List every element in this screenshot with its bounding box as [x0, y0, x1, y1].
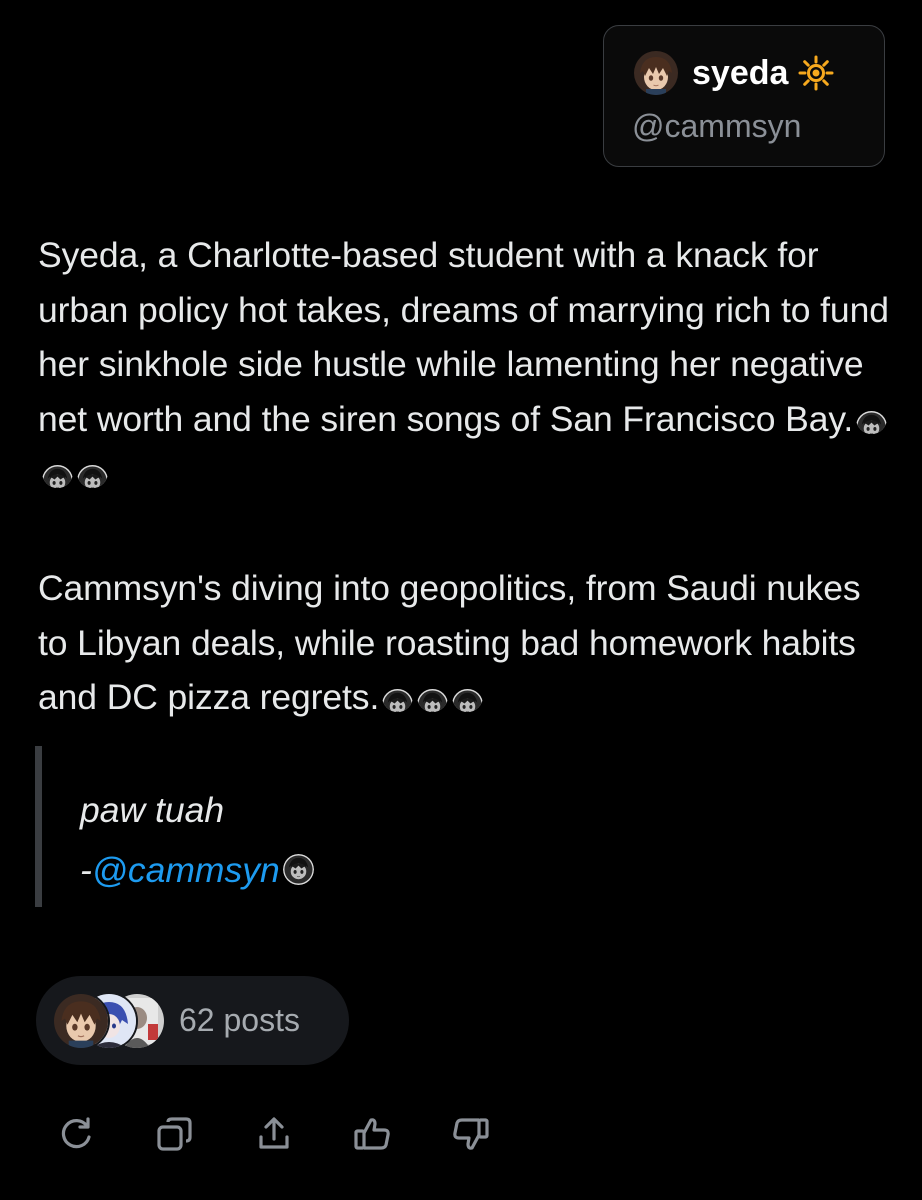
sun-icon	[798, 55, 834, 91]
quote-attribution-prefix: -	[80, 850, 92, 890]
profile-handle: @cammsyn	[632, 108, 802, 144]
face-emoji-icon	[856, 403, 887, 434]
summary-paragraph-2: Cammsyn's diving into geopolitics, from …	[38, 561, 898, 725]
avatar-stack	[52, 991, 198, 1050]
avatar	[52, 991, 110, 1050]
summary-paragraph-1-text: Syeda, a Charlotte-based student with a …	[38, 235, 889, 439]
face-emoji-icon	[382, 681, 413, 712]
posts-count-label: 62 posts	[179, 1002, 300, 1038]
quote-attribution: -@cammsyn	[80, 850, 314, 890]
quote-bar	[35, 746, 42, 907]
summary-paragraph-2-text: Cammsyn's diving into geopolitics, from …	[38, 568, 861, 717]
profile-card[interactable]: syeda @cammsyn	[603, 25, 885, 167]
share-icon[interactable]	[253, 1113, 295, 1155]
face-emoji-icon	[42, 457, 73, 488]
thumbs-down-icon[interactable]	[449, 1113, 491, 1155]
thumbs-up-icon[interactable]	[352, 1113, 394, 1155]
face-emoji-icon	[283, 854, 314, 885]
quote-handle-link[interactable]: @cammsyn	[92, 850, 280, 890]
posts-pill-button[interactable]: 62 posts	[36, 976, 349, 1065]
face-emoji-icon	[77, 457, 108, 488]
profile-name-row: syeda	[634, 50, 834, 96]
summary-paragraph-1: Syeda, a Charlotte-based student with a …	[38, 228, 898, 501]
face-emoji-icon	[452, 681, 483, 712]
quote-text: paw tuah	[80, 790, 225, 830]
avatar	[634, 51, 678, 95]
face-emoji-icon	[417, 681, 448, 712]
copy-icon[interactable]	[154, 1113, 196, 1155]
display-name: syeda	[692, 54, 789, 92]
refresh-icon[interactable]	[56, 1113, 98, 1155]
